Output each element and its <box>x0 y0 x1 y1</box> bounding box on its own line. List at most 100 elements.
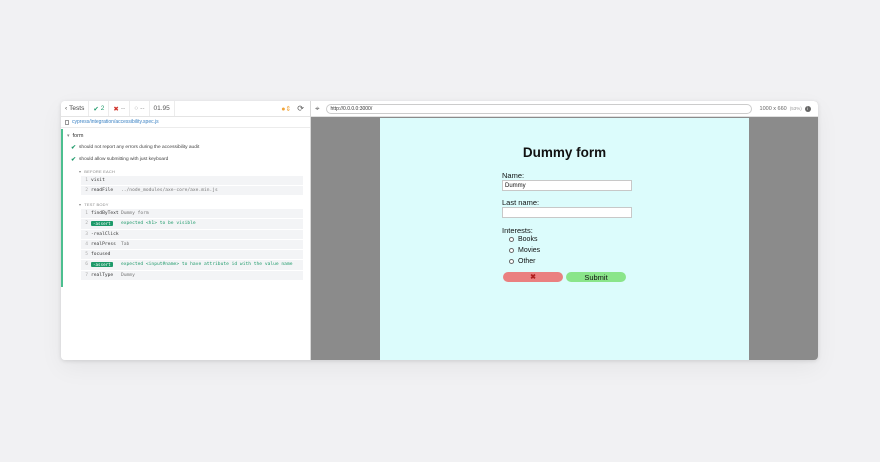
command-number: 3 <box>85 232 88 237</box>
test-body-header[interactable]: ▾ TEST BODY <box>63 196 310 207</box>
command-name: visit <box>91 178 105 183</box>
command-number: 1 <box>85 211 88 216</box>
file-icon <box>65 119 69 125</box>
test-row[interactable]: ✔ should allow submitting with just keyb… <box>63 151 310 163</box>
passed-stat: ✔ 2 <box>89 101 110 116</box>
duration: 01.95 <box>153 105 170 112</box>
command-row[interactable]: 2 readFile ../node_modules/axe-core/axe.… <box>81 186 303 196</box>
command-row-assert[interactable]: 2 -assert expected <h1> to be visible <box>81 219 303 230</box>
option-label: Books <box>518 236 538 243</box>
spec-file-path[interactable]: cypress/integration/accessibility.spec.j… <box>61 117 310 128</box>
auto-scroll-toggle-icon[interactable]: ●⇕ <box>281 105 291 113</box>
cancel-button[interactable]: ✖ <box>503 272 563 282</box>
command-row[interactable]: 5 focused <box>81 250 303 260</box>
command-message: Dummy form <box>121 211 149 216</box>
command-message: expected <input#name> to have attribute … <box>121 262 293 267</box>
rerun-icon[interactable]: ⟳ <box>297 104 304 113</box>
command-name: readFile <box>91 188 114 193</box>
command-row-assert[interactable]: 6 -assert expected <input#name> to have … <box>81 260 303 271</box>
viewport-scale: (53%) <box>789 106 802 111</box>
command-name: focused <box>91 252 111 257</box>
test-row[interactable]: ✔ should not report any errors during th… <box>63 139 310 151</box>
last-name-label: Last name: <box>502 198 540 207</box>
command-name: -realClick <box>91 232 119 237</box>
command-name: findByText <box>91 211 119 216</box>
command-number: 2 <box>85 188 88 193</box>
radio-icon[interactable] <box>509 237 514 242</box>
assert-badge: -assert <box>91 262 113 267</box>
viewport-info[interactable]: 1000 x 660 (53%) i <box>759 105 811 112</box>
command-log-panel: ‹ Tests ✔ 2 ✖ -- ○ -- 01.95 ●⇕ ⟳ cypress… <box>61 101 311 360</box>
chevron-down-icon: ▾ <box>79 169 82 174</box>
radio-icon[interactable] <box>509 248 514 253</box>
command-name: realType <box>91 273 114 278</box>
viewport-size: 1000 x 660 <box>759 105 787 112</box>
command-row[interactable]: 1 findByText Dummy form <box>81 209 303 219</box>
command-number: 4 <box>85 242 88 247</box>
url-text: http://0.0.0.0:3000/ <box>330 105 373 112</box>
cross-icon: ✖ <box>113 105 119 113</box>
form-title: Dummy form <box>522 145 607 160</box>
check-icon: ✔ <box>71 157 77 163</box>
name-input-value: Dummy <box>505 182 526 189</box>
cypress-runner-window: ‹ Tests ✔ 2 ✖ -- ○ -- 01.95 ●⇕ ⟳ cypress… <box>61 101 818 360</box>
runnables-list: ▾ form ✔ should not report any errors du… <box>61 129 310 287</box>
name-input[interactable]: Dummy <box>502 180 632 191</box>
command-row[interactable]: 1 visit <box>81 176 303 186</box>
name-label: Name: <box>502 171 525 180</box>
check-icon: ✔ <box>93 105 99 113</box>
command-message: Tab <box>121 242 130 247</box>
command-row[interactable]: 4 realPress Tab <box>81 240 303 250</box>
hook-label: TEST BODY <box>84 202 109 207</box>
spec-path-text: cypress/integration/accessibility.spec.j… <box>72 119 159 125</box>
test-body-commands: 1 findByText Dummy form 2 -assert expect… <box>81 209 303 281</box>
submit-label: Submit <box>584 272 608 282</box>
option-label: Other <box>518 258 536 265</box>
passed-count: 2 <box>100 105 105 112</box>
interest-option-movies[interactable]: Movies <box>509 247 540 254</box>
command-number: 2 <box>85 221 88 226</box>
tests-nav-button[interactable]: ‹ Tests <box>61 101 90 116</box>
test-title: should allow submitting with just keyboa… <box>79 157 169 162</box>
before-each-commands: 1 visit 2 readFile ../node_modules/axe-c… <box>81 176 303 196</box>
failed-stat: ✖ -- <box>109 101 131 116</box>
failed-count: -- <box>120 105 126 112</box>
app-under-test-panel: ⌖ http://0.0.0.0:3000/ 1000 x 660 (53%) … <box>311 101 818 360</box>
suite-row[interactable]: ▾ form <box>63 129 310 139</box>
command-message: expected <h1> to be visible <box>121 221 196 226</box>
submit-button[interactable]: Submit <box>566 272 626 282</box>
command-number: 1 <box>85 178 88 183</box>
command-name: realPress <box>91 242 116 247</box>
duration-stat: 01.95 <box>150 101 175 116</box>
assert-badge: -assert <box>91 221 113 226</box>
reporter-toolbar: ‹ Tests ✔ 2 ✖ -- ○ -- 01.95 ●⇕ ⟳ <box>61 101 310 117</box>
check-icon: ✔ <box>71 145 77 151</box>
test-title: should not report any errors during the … <box>79 145 200 150</box>
last-name-input[interactable] <box>502 207 632 218</box>
interests-label: Interests: <box>502 226 533 235</box>
command-number: 5 <box>85 252 88 257</box>
command-row[interactable]: 7 realType Dummy <box>81 271 303 281</box>
tests-label: Tests <box>69 105 85 112</box>
command-number: 7 <box>85 273 88 278</box>
command-message: ../node_modules/axe-core/axe.min.js <box>121 188 218 193</box>
chevron-down-icon: ▾ <box>79 202 82 207</box>
chevron-left-icon: ‹ <box>65 105 68 112</box>
selector-playground-icon[interactable]: ⌖ <box>315 104 320 114</box>
before-each-hook-header[interactable]: ▾ BEFORE EACH <box>63 163 310 174</box>
url-field[interactable]: http://0.0.0.0:3000/ <box>325 103 752 114</box>
aut-header: ⌖ http://0.0.0.0:3000/ 1000 x 660 (53%) … <box>311 101 818 117</box>
info-icon[interactable]: i <box>804 105 811 112</box>
radio-icon[interactable] <box>509 259 514 264</box>
command-row[interactable]: 3 -realClick <box>81 230 303 240</box>
suite-title: form <box>72 133 84 139</box>
close-icon: ✖ <box>530 274 536 281</box>
circle-icon: ○ <box>134 105 139 112</box>
command-message: Dummy <box>121 273 135 278</box>
aut-iframe: Dummy form Name: Dummy Last name: Intere… <box>380 118 749 360</box>
chevron-down-icon: ▾ <box>67 133 70 139</box>
option-label: Movies <box>518 247 541 254</box>
interest-option-books[interactable]: Books <box>509 236 537 243</box>
interest-option-other[interactable]: Other <box>509 258 536 265</box>
pending-count: -- <box>140 105 145 112</box>
